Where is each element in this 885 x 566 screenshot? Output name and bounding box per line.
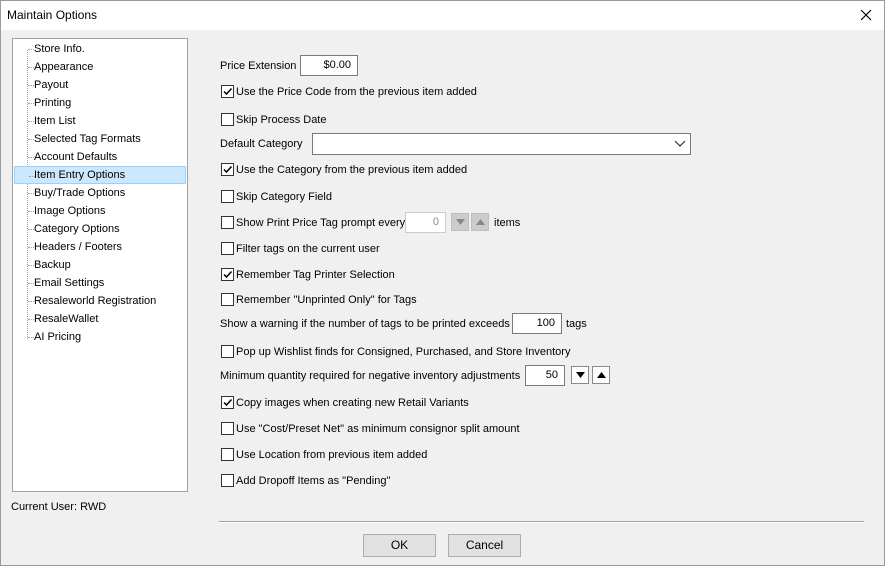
remember-tag-printer-checkbox[interactable] [221,268,234,281]
cancel-button[interactable]: Cancel [448,534,521,557]
use-price-code-checkbox[interactable] [221,85,234,98]
use-category-label: Use the Category from the previous item … [236,164,468,176]
skip-process-date-checkbox[interactable] [221,113,234,126]
min-qty-label: Minimum quantity required for negative i… [220,370,521,382]
triangle-down-icon [575,372,585,378]
sidebar-item-label: Store Info. [34,43,85,55]
popup-wishlist-label: Pop up Wishlist finds for Consigned, Pur… [236,346,571,358]
warning-tags-suffix: tags [566,318,587,330]
print-interval-down-button[interactable] [451,213,469,231]
remember-tag-printer-label: Remember Tag Printer Selection [236,269,395,281]
use-price-code-label: Use the Price Code from the previous ite… [236,86,477,98]
window-title: Maintain Options [7,8,98,22]
print-interval-up-button[interactable] [471,213,489,231]
sidebar-item-selected-tag-formats[interactable]: Selected Tag Formats [14,130,186,148]
triangle-down-icon [455,219,465,225]
sidebar-item-label: Item List [34,115,76,127]
print-price-tag-interval-input[interactable]: 0 [405,212,446,233]
use-location-label: Use Location from previous item added [236,449,428,461]
sidebar-item-item-entry-options[interactable]: Item Entry Options [14,166,186,184]
sidebar-item-buy-trade-options[interactable]: Buy/Trade Options [14,184,186,202]
sidebar-item-label: Item Entry Options [34,169,126,181]
price-extension-label: Price Extension [220,60,297,72]
maintain-options-window: Maintain Options Store Info. Appearance … [0,0,885,566]
copy-images-label: Copy images when creating new Retail Var… [236,397,469,409]
sidebar-item-account-defaults[interactable]: Account Defaults [14,148,186,166]
use-location-checkbox[interactable] [221,448,234,461]
sidebar-item-store-info[interactable]: Store Info. [14,40,186,58]
sidebar-item-category-options[interactable]: Category Options [14,220,186,238]
skip-process-date-label: Skip Process Date [236,114,327,126]
show-print-price-tag-label: Show Print Price Tag prompt every [236,217,406,229]
remember-unprinted-checkbox[interactable] [221,293,234,306]
sidebar-item-label: Image Options [34,205,106,217]
close-button[interactable] [848,1,884,29]
filter-tags-label: Filter tags on the current user [236,243,380,255]
min-qty-input[interactable]: 50 [525,365,565,386]
sidebar-item-image-options[interactable]: Image Options [14,202,186,220]
sidebar-item-email-settings[interactable]: Email Settings [14,274,186,292]
price-extension-input[interactable]: $0.00 [300,55,358,76]
triangle-up-icon [475,219,485,225]
title-bar: Maintain Options [1,1,884,30]
options-tree[interactable]: Store Info. Appearance Payout Printing I… [12,38,188,492]
sidebar-item-label: Selected Tag Formats [34,133,141,145]
sidebar-item-label: Payout [34,79,69,91]
sidebar-item-label: Resaleworld Registration [34,295,157,307]
footer-separator [219,521,864,523]
sidebar-item-label: Backup [34,259,71,271]
close-icon [860,9,872,21]
sidebar-item-ai-pricing[interactable]: AI Pricing [14,328,186,346]
copy-images-checkbox[interactable] [221,396,234,409]
sidebar-item-backup[interactable]: Backup [14,256,186,274]
use-cost-preset-checkbox[interactable] [221,422,234,435]
default-category-label: Default Category [220,138,303,150]
sidebar-item-label: Email Settings [34,277,105,289]
add-dropoff-label: Add Dropoff Items as "Pending" [236,475,391,487]
sidebar-item-resaleworld-registration[interactable]: Resaleworld Registration [14,292,186,310]
min-qty-up-button[interactable] [592,366,610,384]
filter-tags-checkbox[interactable] [221,242,234,255]
checkmark-icon [223,87,233,96]
triangle-up-icon [596,372,606,378]
sidebar-item-label: Buy/Trade Options [34,187,126,199]
use-cost-preset-label: Use "Cost/Preset Net" as minimum consign… [236,423,520,435]
sidebar-item-label: AI Pricing [34,331,82,343]
sidebar-item-headers-footers[interactable]: Headers / Footers [14,238,186,256]
sidebar-item-resalewallet[interactable]: ResaleWallet [14,310,186,328]
sidebar-item-label: Category Options [34,223,120,235]
sidebar-item-appearance[interactable]: Appearance [14,58,186,76]
chevron-down-icon [674,140,686,147]
default-category-select[interactable] [312,133,691,155]
sidebar-item-printing[interactable]: Printing [14,94,186,112]
use-category-checkbox[interactable] [221,163,234,176]
sidebar-item-item-list[interactable]: Item List [14,112,186,130]
skip-category-field-checkbox[interactable] [221,190,234,203]
show-print-price-tag-checkbox[interactable] [221,216,234,229]
ok-button[interactable]: OK [363,534,436,557]
skip-category-field-label: Skip Category Field [236,191,332,203]
sidebar-item-label: Appearance [34,61,94,73]
current-user-label: Current User: RWD [11,501,107,513]
sidebar-item-label: Account Defaults [34,151,118,163]
remember-unprinted-label: Remember "Unprinted Only" for Tags [236,294,417,306]
add-dropoff-checkbox[interactable] [221,474,234,487]
warning-tags-label: Show a warning if the number of tags to … [220,318,510,330]
checkmark-icon [223,270,233,279]
sidebar-item-payout[interactable]: Payout [14,76,186,94]
min-qty-down-button[interactable] [571,366,589,384]
sidebar-item-label: ResaleWallet [34,313,99,325]
checkmark-icon [223,398,233,407]
sidebar-item-label: Headers / Footers [34,241,123,253]
sidebar-item-label: Printing [34,97,72,109]
checkmark-icon [223,165,233,174]
warning-tags-input[interactable]: 100 [512,313,562,334]
print-interval-suffix: items [494,217,521,229]
popup-wishlist-checkbox[interactable] [221,345,234,358]
